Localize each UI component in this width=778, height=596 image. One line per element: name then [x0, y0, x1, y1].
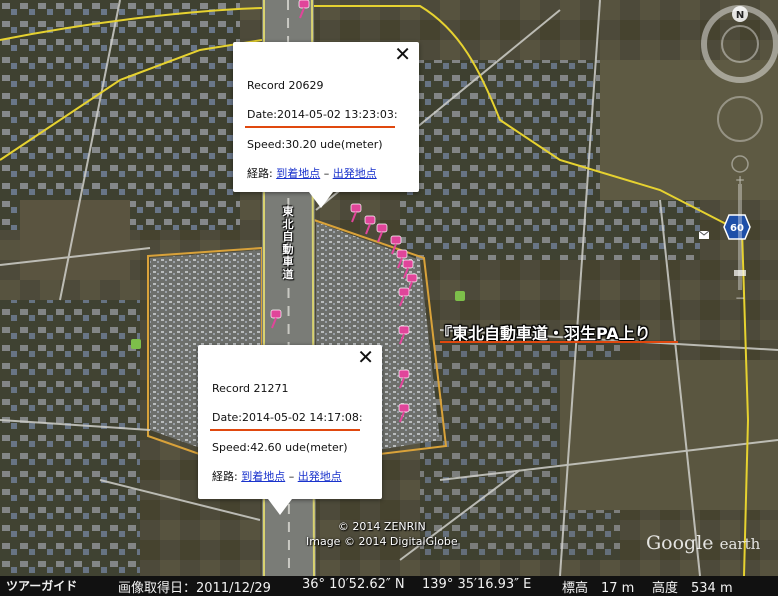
tour-guide-button[interactable]: ツアーガイド: [6, 577, 77, 594]
residential-area: [0, 300, 140, 576]
parking-icon: [455, 291, 465, 301]
zoom-slider-thumb: [734, 270, 746, 276]
person-icon: [731, 155, 749, 173]
route-label: 経路:: [212, 470, 242, 483]
popup-tail: [309, 192, 333, 208]
imagery-copyright: © 2014 ZENRIN Image © 2014 DigitalGlobe: [306, 519, 458, 549]
eye-altitude-readout: 高度 534 m: [652, 581, 733, 596]
zoom-out-icon: −: [735, 291, 745, 304]
route-label: 経路:: [247, 167, 277, 180]
popup-tail: [268, 499, 292, 515]
record-popup: ✕ Record 20629 Date:2014-05-02 13:23:03:…: [233, 42, 419, 208]
zoom-in-icon: +: [735, 173, 745, 187]
move-joystick: [717, 96, 763, 142]
elevation-readout: 標高 17 m: [562, 581, 635, 596]
record-title: Record 20629: [247, 79, 324, 92]
longitude-readout: 139° 35′16.93″ E: [422, 577, 532, 592]
date-underline: [245, 126, 395, 128]
google-earth-logo: Google earth: [646, 532, 760, 554]
arrival-link[interactable]: 到着地点: [276, 167, 320, 180]
route-links: 経路: 到着地点 – 出発地点: [247, 165, 377, 181]
farm-field: [20, 200, 130, 280]
arrival-link[interactable]: 到着地点: [241, 470, 285, 483]
route-separator: –: [320, 167, 333, 180]
departure-link[interactable]: 出発地点: [298, 470, 342, 483]
expressway-label: 東北自動車道: [282, 205, 294, 281]
route-links: 経路: 到着地点 – 出発地点: [212, 468, 342, 484]
pa-label-underline: [440, 341, 678, 343]
latitude-readout: 36° 10′52.62″ N: [302, 577, 405, 592]
look-joystick: [721, 25, 759, 63]
date-underline: [210, 429, 360, 431]
record-speed: Speed:42.60 ude(meter): [212, 441, 348, 454]
close-icon[interactable]: ✕: [394, 44, 411, 64]
record-title: Record 21271: [212, 382, 289, 395]
record-speed: Speed:30.20 ude(meter): [247, 138, 383, 151]
svg-text:N: N: [736, 10, 744, 21]
close-icon[interactable]: ✕: [357, 347, 374, 367]
logo-google: Google: [646, 532, 714, 554]
parking-icon: [131, 339, 141, 349]
departure-link[interactable]: 出発地点: [333, 167, 377, 180]
record-date: Date:2014-05-02 14:17:08:: [212, 411, 363, 424]
imagery-date: 画像取得日：2011/12/29: [118, 581, 271, 596]
logo-earth: earth: [719, 535, 761, 553]
record-date: Date:2014-05-02 13:23:03:: [247, 108, 398, 121]
copyright-line: © 2014 ZENRIN: [337, 520, 426, 533]
record-popup: ✕ Record 21271 Date:2014-05-02 14:17:08:…: [198, 345, 382, 515]
navigation-controls[interactable]: N + −: [696, 4, 778, 304]
route-separator: –: [285, 470, 298, 483]
residential-area: [0, 0, 240, 230]
status-bar: ツアーガイド 画像取得日：2011/12/29 36° 10′52.62″ N …: [0, 576, 778, 596]
copyright-line: Image © 2014 DigitalGlobe: [306, 535, 458, 548]
